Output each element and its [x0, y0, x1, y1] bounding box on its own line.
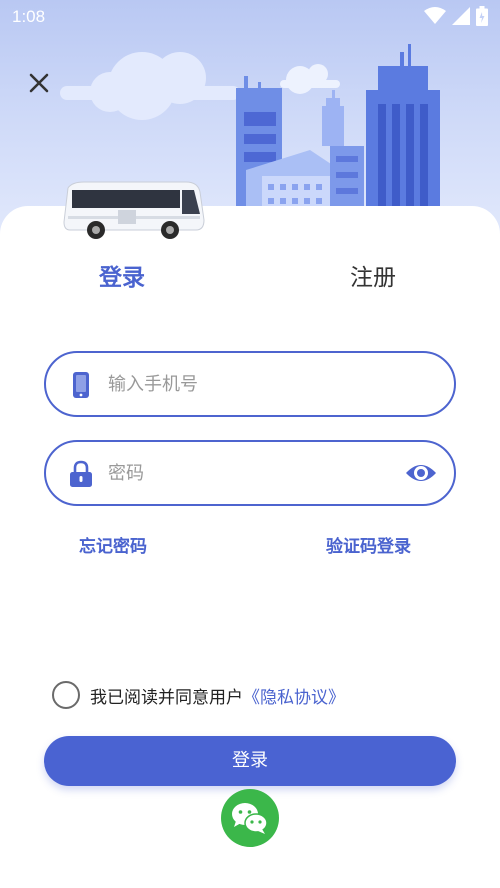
battery-icon: [476, 6, 488, 26]
status-time: 1:08: [12, 7, 46, 26]
privacy-policy-link[interactable]: 《隐私协议》: [243, 683, 345, 708]
eye-icon[interactable]: [404, 458, 438, 488]
bus-image: [63, 181, 205, 239]
sms-login-link[interactable]: 验证码登录: [326, 532, 411, 557]
signal-icon: [452, 7, 470, 25]
login-button[interactable]: 登录: [44, 736, 456, 786]
wifi-icon: [424, 7, 446, 24]
tab-login[interactable]: 登录: [99, 258, 145, 292]
agreement-radio[interactable]: [52, 681, 80, 709]
tab-register[interactable]: 注册: [350, 258, 396, 292]
status-icons: [424, 6, 488, 26]
password-input[interactable]: [108, 442, 388, 504]
phone-icon: [73, 372, 89, 398]
lock-icon: [70, 460, 92, 487]
wechat-icon: [232, 803, 268, 834]
phone-input[interactable]: [108, 353, 438, 415]
password-field[interactable]: [44, 440, 456, 506]
status-bar: 1:08: [0, 0, 500, 34]
phone-field[interactable]: [44, 351, 456, 417]
agreement-text: 我已阅读并同意用户: [90, 687, 243, 708]
wechat-login-button[interactable]: [221, 789, 279, 847]
clouds: [60, 52, 240, 120]
forgot-password-link[interactable]: 忘记密码: [79, 532, 147, 557]
agreement-row: 我已阅读并同意用户 《隐私协议》: [52, 680, 345, 710]
